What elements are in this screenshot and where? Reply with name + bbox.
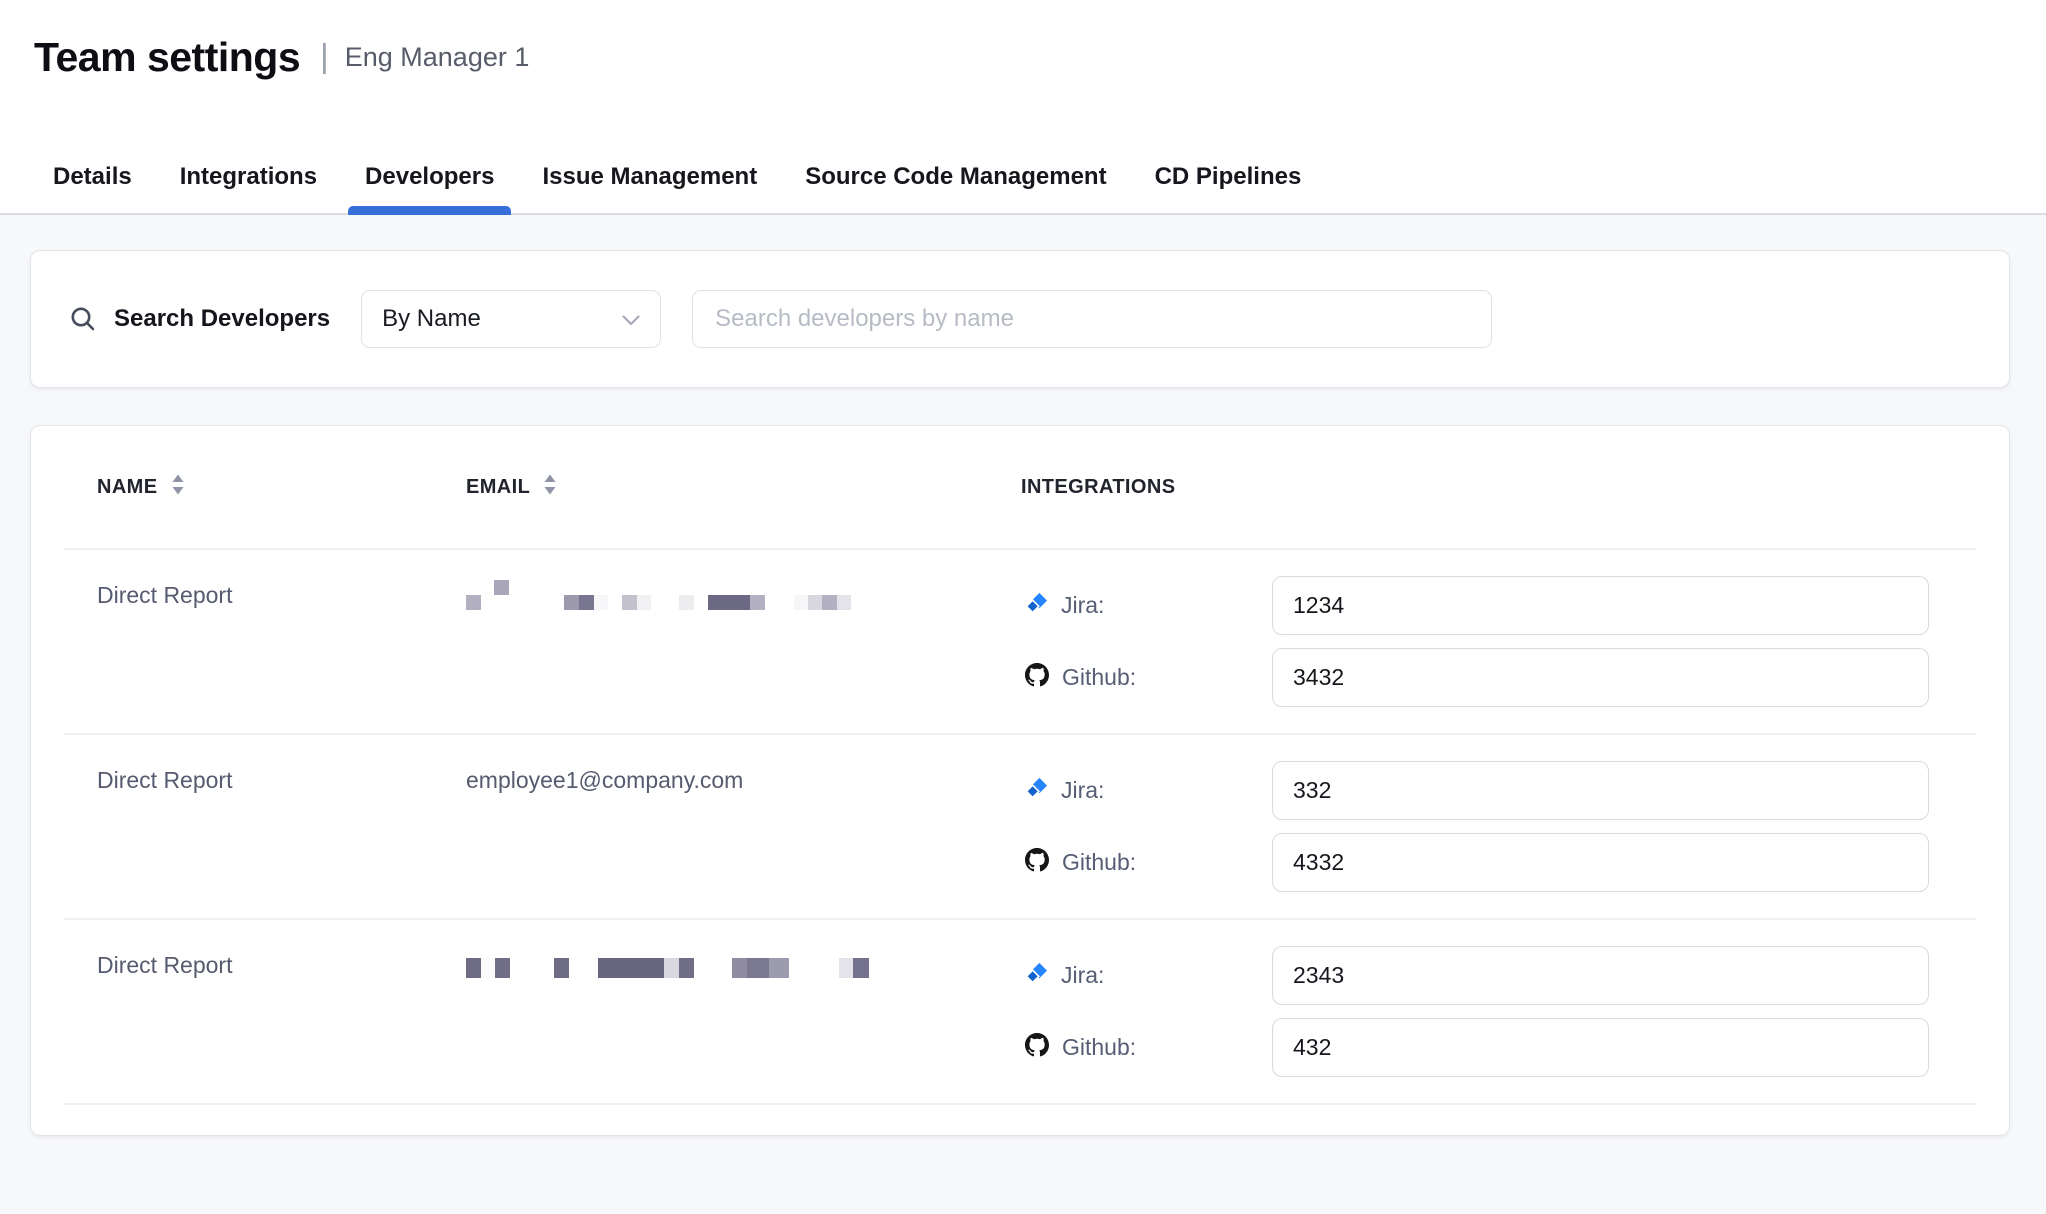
- sort-icon: [171, 473, 185, 502]
- developer-email: [466, 946, 1021, 1077]
- search-card: Search Developers By Name: [30, 250, 2010, 388]
- github-field: Github:: [1021, 648, 1929, 707]
- tab-cd-pipelines[interactable]: CD Pipelines: [1138, 140, 1319, 213]
- integrations-cell: Jira: Github:: [1021, 946, 1976, 1077]
- github-id-input[interactable]: [1272, 1018, 1929, 1077]
- github-field: Github:: [1021, 1018, 1929, 1077]
- jira-id-input[interactable]: [1272, 576, 1929, 635]
- filter-selected-value: By Name: [382, 305, 481, 333]
- developer-name: Direct Report: [97, 576, 466, 707]
- jira-icon: [1025, 776, 1048, 805]
- github-icon: [1025, 663, 1049, 693]
- table-row: Direct Report Jira:: [31, 920, 2009, 1103]
- github-label: Github:: [1062, 849, 1136, 876]
- column-header-name[interactable]: NAME: [97, 473, 466, 502]
- jira-icon: [1025, 961, 1048, 990]
- jira-label: Jira:: [1061, 962, 1104, 989]
- sort-icon: [543, 473, 557, 502]
- row-divider: [64, 1103, 1976, 1105]
- jira-id-input[interactable]: [1272, 761, 1929, 820]
- integrations-cell: Jira: Github:: [1021, 761, 1976, 892]
- tab-issue-management[interactable]: Issue Management: [525, 140, 774, 213]
- column-header-integrations: INTEGRATIONS: [1021, 476, 1976, 499]
- column-header-email[interactable]: EMAIL: [466, 473, 1021, 502]
- chevron-down-icon: [622, 305, 640, 333]
- table-row: Direct Report Jira:: [31, 550, 2009, 733]
- github-field: Github:: [1021, 833, 1929, 892]
- search-developers-label: Search Developers: [114, 305, 330, 333]
- page-header: Team settings | Eng Manager 1: [0, 0, 2046, 140]
- search-input[interactable]: [692, 290, 1492, 348]
- developers-table: NAME EMAIL INTEGRATIONS Direct Report: [30, 425, 2010, 1136]
- redacted-email-mosaic: [466, 580, 1021, 614]
- integrations-cell: Jira: Github:: [1021, 576, 1976, 707]
- github-id-input[interactable]: [1272, 648, 1929, 707]
- jira-id-input[interactable]: [1272, 946, 1929, 1005]
- tab-integrations[interactable]: Integrations: [163, 140, 334, 213]
- search-filter-select[interactable]: By Name: [361, 290, 661, 348]
- jira-field: Jira:: [1021, 761, 1929, 820]
- github-icon: [1025, 848, 1049, 878]
- table-row: Direct Report employee1@company.com Jira…: [31, 735, 2009, 918]
- page-title: Team settings: [34, 34, 300, 81]
- jira-label: Jira:: [1061, 592, 1104, 619]
- tab-bar: Details Integrations Developers Issue Ma…: [0, 140, 2046, 215]
- jira-icon: [1025, 591, 1048, 620]
- tab-details[interactable]: Details: [36, 140, 149, 213]
- developer-name: Direct Report: [97, 761, 466, 892]
- title-row: Team settings | Eng Manager 1: [34, 34, 2046, 81]
- redacted-email-mosaic: [466, 950, 1021, 984]
- developer-email: employee1@company.com: [466, 761, 1021, 892]
- title-separator: |: [320, 37, 329, 75]
- team-name-subtitle: Eng Manager 1: [345, 42, 530, 73]
- tab-developers[interactable]: Developers: [348, 140, 511, 213]
- developer-name: Direct Report: [97, 946, 466, 1077]
- jira-field: Jira:: [1021, 576, 1929, 635]
- github-id-input[interactable]: [1272, 833, 1929, 892]
- github-label: Github:: [1062, 1034, 1136, 1061]
- tab-source-code-management[interactable]: Source Code Management: [788, 140, 1123, 213]
- page-body: Search Developers By Name NAME EMAIL: [0, 215, 2046, 1136]
- jira-field: Jira:: [1021, 946, 1929, 1005]
- github-icon: [1025, 1033, 1049, 1063]
- github-label: Github:: [1062, 664, 1136, 691]
- table-body: Direct Report Jira:: [31, 548, 2009, 1105]
- search-icon: [69, 305, 97, 333]
- jira-label: Jira:: [1061, 777, 1104, 804]
- developer-email: [466, 576, 1021, 707]
- table-header-row: NAME EMAIL INTEGRATIONS: [31, 426, 2009, 548]
